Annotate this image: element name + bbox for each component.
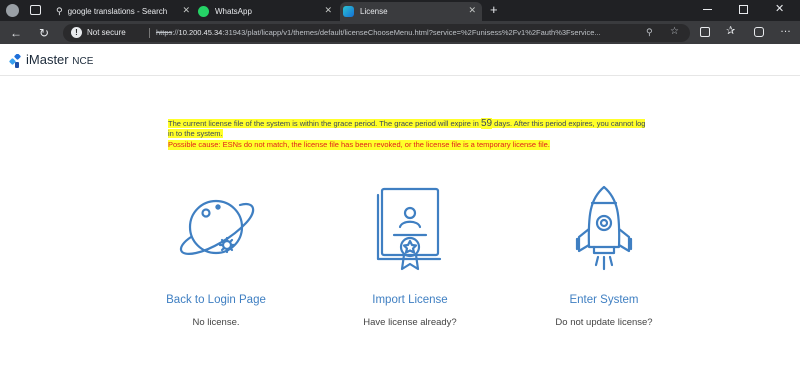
whatsapp-icon xyxy=(198,6,209,17)
close-tab-icon[interactable]: ✕ xyxy=(468,5,476,16)
edge-icon xyxy=(343,6,354,17)
tab-actions-icon[interactable] xyxy=(30,5,41,15)
app-header: iMaster NCE xyxy=(0,44,800,76)
possible-cause-message: Possible cause: ESNs do not match, the l… xyxy=(168,140,550,150)
tab-google-translations[interactable]: ⚲ google translations - Search ✕ xyxy=(56,2,196,21)
browser-tabstrip: ⚲ google translations - Search ✕ WhatsAp… xyxy=(0,0,800,21)
minimize-button[interactable] xyxy=(703,9,712,10)
grace-period-message: The current license file of the system i… xyxy=(168,118,653,139)
warning-icon: ! xyxy=(71,27,82,38)
close-tab-icon[interactable]: ✕ xyxy=(324,5,332,16)
import-license-subtitle: Have license already? xyxy=(363,317,457,328)
url-path: :31943/plat/licapp/v1/themes/default/lic… xyxy=(222,28,601,37)
back-to-login-link[interactable]: Back to Login Page xyxy=(126,294,306,306)
more-menu-icon[interactable]: … xyxy=(780,23,791,35)
planet-gear-icon xyxy=(180,199,255,255)
enter-system-link[interactable]: Enter System xyxy=(514,294,694,306)
collections-icon[interactable] xyxy=(754,27,764,37)
close-window-button[interactable]: ✕ xyxy=(775,2,784,15)
brand-name: iMaster NCE xyxy=(26,52,93,67)
certificate-icon xyxy=(376,187,442,271)
site-info-button[interactable]: ! Not secure xyxy=(71,27,126,38)
not-secure-label: Not secure xyxy=(87,28,126,37)
url-text[interactable]: https://10.200.45.34:31943/plat/licapp/v… xyxy=(156,28,656,37)
split-screen-icon[interactable] xyxy=(700,27,710,37)
imaster-logo-icon xyxy=(9,54,21,68)
favorite-star-icon[interactable]: ☆ xyxy=(670,26,679,37)
address-bar[interactable]: ! Not secure https://10.200.45.34:31943/… xyxy=(63,24,690,42)
profile-avatar[interactable] xyxy=(6,4,19,17)
browser-toolbar: ← ↻ ! Not secure https://10.200.45.34:31… xyxy=(0,21,800,44)
option-back-to-login[interactable]: Back to Login Page No license. xyxy=(126,185,306,328)
tab-label: License xyxy=(360,7,388,16)
maximize-button[interactable] xyxy=(739,5,748,14)
zoom-icon[interactable]: ⚲ xyxy=(646,27,653,38)
divider xyxy=(149,28,150,38)
grace-days: 59 xyxy=(480,118,493,129)
enter-system-subtitle: Do not update license? xyxy=(555,317,653,328)
url-host: 10.200.45.34 xyxy=(178,28,223,37)
new-tab-button[interactable]: + xyxy=(490,2,498,17)
brand-suffix: NCE xyxy=(72,56,94,67)
back-to-login-subtitle: No license. xyxy=(192,317,240,328)
close-tab-icon[interactable]: ✕ xyxy=(182,5,190,16)
tab-license[interactable]: License ✕ xyxy=(340,2,482,21)
back-button[interactable]: ← xyxy=(8,25,24,41)
option-import-license[interactable]: Import License Have license already? xyxy=(320,185,500,328)
reload-button[interactable]: ↻ xyxy=(36,25,52,41)
tab-label: WhatsApp xyxy=(215,7,252,16)
search-icon: ⚲ xyxy=(56,6,63,16)
tab-whatsapp[interactable]: WhatsApp ✕ xyxy=(198,2,338,21)
option-enter-system[interactable]: Enter System Do not update license? xyxy=(514,185,694,328)
url-scheme: https xyxy=(156,28,173,37)
import-license-link[interactable]: Import License xyxy=(320,294,500,306)
favorites-icon[interactable]: ✰ xyxy=(726,24,735,37)
tab-label: google translations - Search xyxy=(67,7,168,16)
license-notice: The current license file of the system i… xyxy=(168,118,653,150)
rocket-icon xyxy=(575,185,633,271)
grace-period-text-a: The current license file of the system i… xyxy=(168,119,481,128)
brand-title: iMaster xyxy=(26,52,69,67)
